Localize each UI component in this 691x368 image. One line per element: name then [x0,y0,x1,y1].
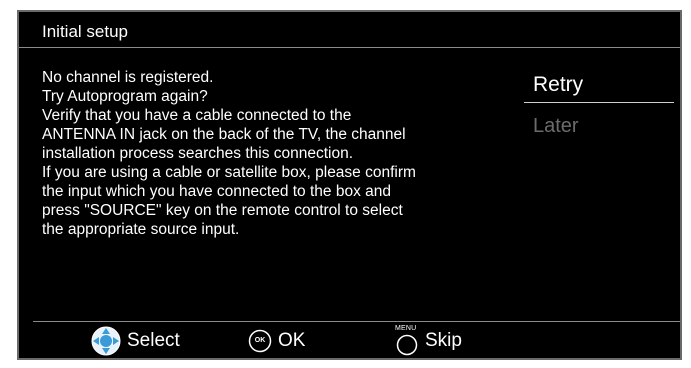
ok-hint: OK OK [248,322,305,360]
message-line: No channel is registered. [42,69,214,86]
skip-label: Skip [425,330,462,351]
later-option[interactable]: Later [524,109,674,143]
message-line: ANTENNA IN jack on the back of the TV, t… [42,126,406,143]
ok-icon-text: OK [254,337,266,344]
retry-option[interactable]: Retry [524,68,674,103]
dpad-icon [91,326,121,356]
message-line: press "SOURCE" key on the remote control… [42,202,403,219]
skip-hint: MENU Skip [395,322,462,360]
message-line: Try Autoprogram again? [42,88,208,105]
message-line: If you are using a cable or satellite bo… [42,164,416,181]
select-label: Select [127,330,180,351]
ok-button-icon: OK [248,329,272,353]
initial-setup-dialog: Initial setup No channel is registered. … [17,10,682,360]
footer-hints: Select OK OK MENU Skip [19,322,680,360]
message-line: the appropriate source input. [42,221,240,238]
menu-icon-caption: MENU [395,325,417,332]
message-line: installation process searches this conne… [42,145,354,162]
title-bar: Initial setup [19,12,680,48]
options-menu: Retry Later [524,68,674,143]
select-hint: Select [91,322,180,360]
message-line: the input which you have connected to th… [42,183,391,200]
ok-label: OK [278,330,306,351]
dialog-title: Initial setup [42,22,128,41]
message-line: Verify that you have a cable connected t… [42,107,352,124]
menu-button-icon: MENU [395,325,419,356]
message-text: No channel is registered. Try Autoprogra… [42,68,512,239]
